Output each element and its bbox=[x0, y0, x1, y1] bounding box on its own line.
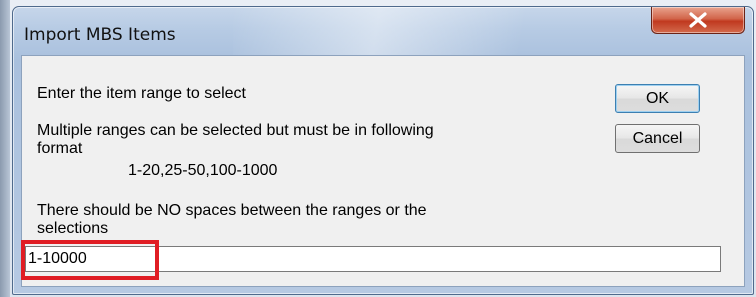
spacing-warning-line1: There should be NO spaces between the ra… bbox=[37, 202, 427, 219]
cancel-button[interactable]: Cancel bbox=[615, 124, 700, 153]
spacing-warning-line2: selections bbox=[37, 220, 109, 237]
window-title: Import MBS Items bbox=[24, 25, 176, 45]
close-x-icon bbox=[689, 12, 707, 28]
format-instructions-line2: format bbox=[37, 140, 83, 157]
prompt-label: Enter the item range to select bbox=[37, 85, 246, 102]
format-example: 1-20,25-50,100-1000 bbox=[128, 162, 278, 179]
close-button[interactable] bbox=[651, 7, 745, 34]
titlebar-glass-reflection bbox=[233, 7, 593, 55]
format-instructions-line1: Multiple ranges can be selected but must… bbox=[37, 122, 434, 139]
ok-button[interactable]: OK bbox=[615, 84, 700, 113]
item-range-input[interactable] bbox=[25, 246, 721, 272]
background-window-edge bbox=[0, 0, 10, 297]
